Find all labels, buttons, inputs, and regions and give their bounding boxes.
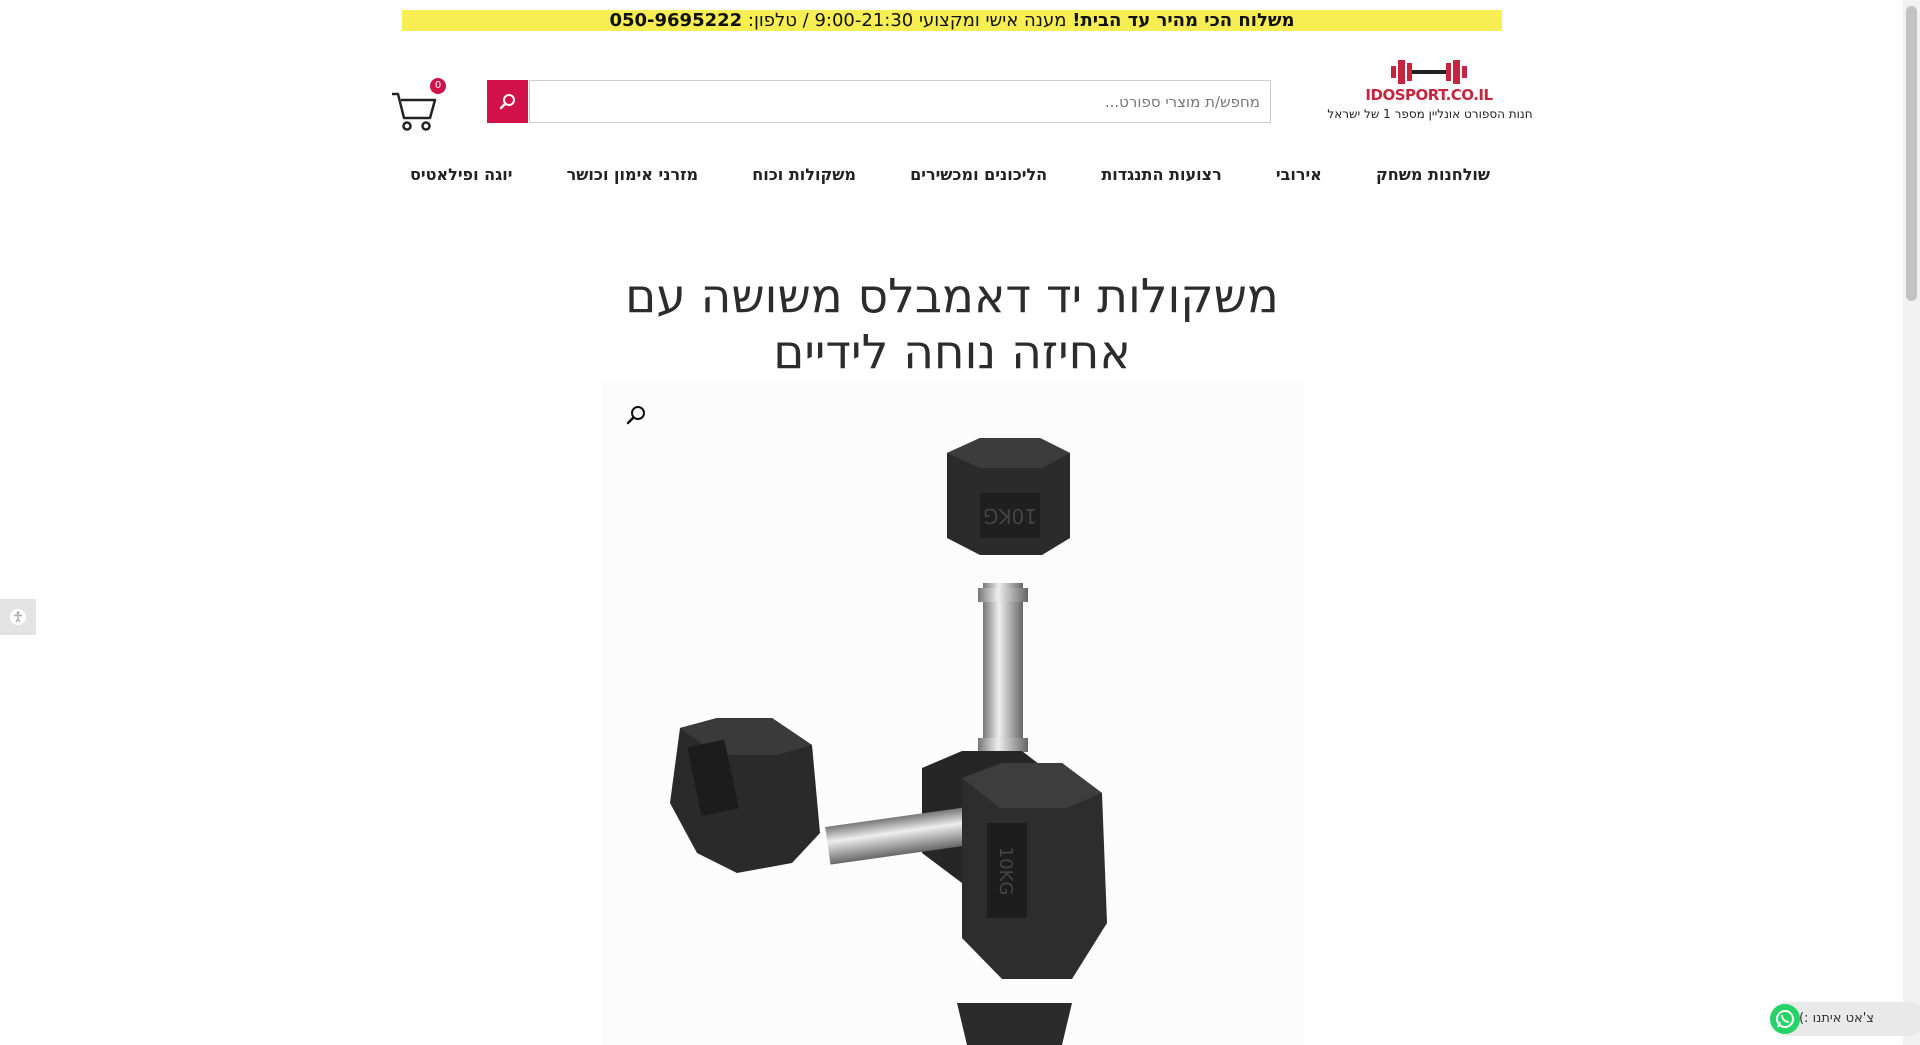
svg-text:10KG: 10KG: [995, 847, 1016, 896]
nav-item-aerobic[interactable]: אירובי: [1276, 165, 1322, 184]
product-image[interactable]: 10KG 10KG: [602, 383, 1304, 1045]
announcement-text: מענה אישי ומקצועי 9:00-21:30 / טלפון:: [747, 10, 1067, 31]
cart-button[interactable]: 0: [390, 78, 446, 134]
announcement-bar: משלוח הכי מהיר עד הבית! מענה אישי ומקצוע…: [402, 10, 1502, 31]
nav-item-weights[interactable]: משקולות וכוח: [752, 165, 856, 184]
zoom-button[interactable]: [624, 403, 648, 427]
cart-count-badge: 0: [430, 78, 446, 94]
accessibility-button[interactable]: [0, 599, 36, 635]
logo-tagline: חנות הספורט אונליין מספר 1 של ישראל: [1327, 107, 1533, 121]
nav-item-yoga[interactable]: יוגה ופילאטיס: [410, 165, 512, 184]
search-bar: [487, 80, 1271, 123]
svg-text:10KG: 10KG: [983, 504, 1037, 528]
announcement-phone[interactable]: 050-9695222: [609, 10, 742, 31]
whatsapp-icon: [1770, 1004, 1800, 1034]
accessibility-icon: [10, 609, 26, 625]
hex-dumbbells-image: 10KG 10KG: [670, 438, 1107, 1045]
product-title: משקולות יד דאמבלס משושה עם אחיזה נוחה לי…: [625, 269, 1279, 381]
logo-brand: IDOSPORT.CO.IL: [1365, 86, 1493, 104]
nav-item-mats[interactable]: מזרני אימון וכושר: [567, 165, 698, 184]
nav-item-resistance-bands[interactable]: רצועות התנגדות: [1101, 165, 1221, 184]
search-button[interactable]: [487, 80, 528, 123]
nav-item-game-tables[interactable]: שולחנות משחק: [1376, 165, 1490, 184]
search-input[interactable]: [529, 80, 1271, 123]
whatsapp-chat-button[interactable]: צ'אט איתנו :): [1770, 1002, 1920, 1036]
scrollbar-thumb[interactable]: [1906, 6, 1917, 301]
zoom-icon: [626, 406, 645, 425]
site-logo[interactable]: IDOSPORT.CO.IL חנות הספורט אונליין מספר …: [1320, 56, 1560, 126]
chat-label: צ'אט איתנו :): [1798, 1011, 1874, 1026]
dumbbell-logo-icon: [1391, 60, 1467, 84]
scrollbar[interactable]: [1903, 0, 1920, 1045]
nav-item-treadmills[interactable]: הליכונים ומכשירים: [910, 165, 1047, 184]
main-nav: יוגה ופילאטיס מזרני אימון וכושר משקולות …: [410, 156, 1490, 192]
search-icon: [499, 93, 515, 109]
announcement-bold: משלוח הכי מהיר עד הבית!: [1072, 10, 1295, 31]
